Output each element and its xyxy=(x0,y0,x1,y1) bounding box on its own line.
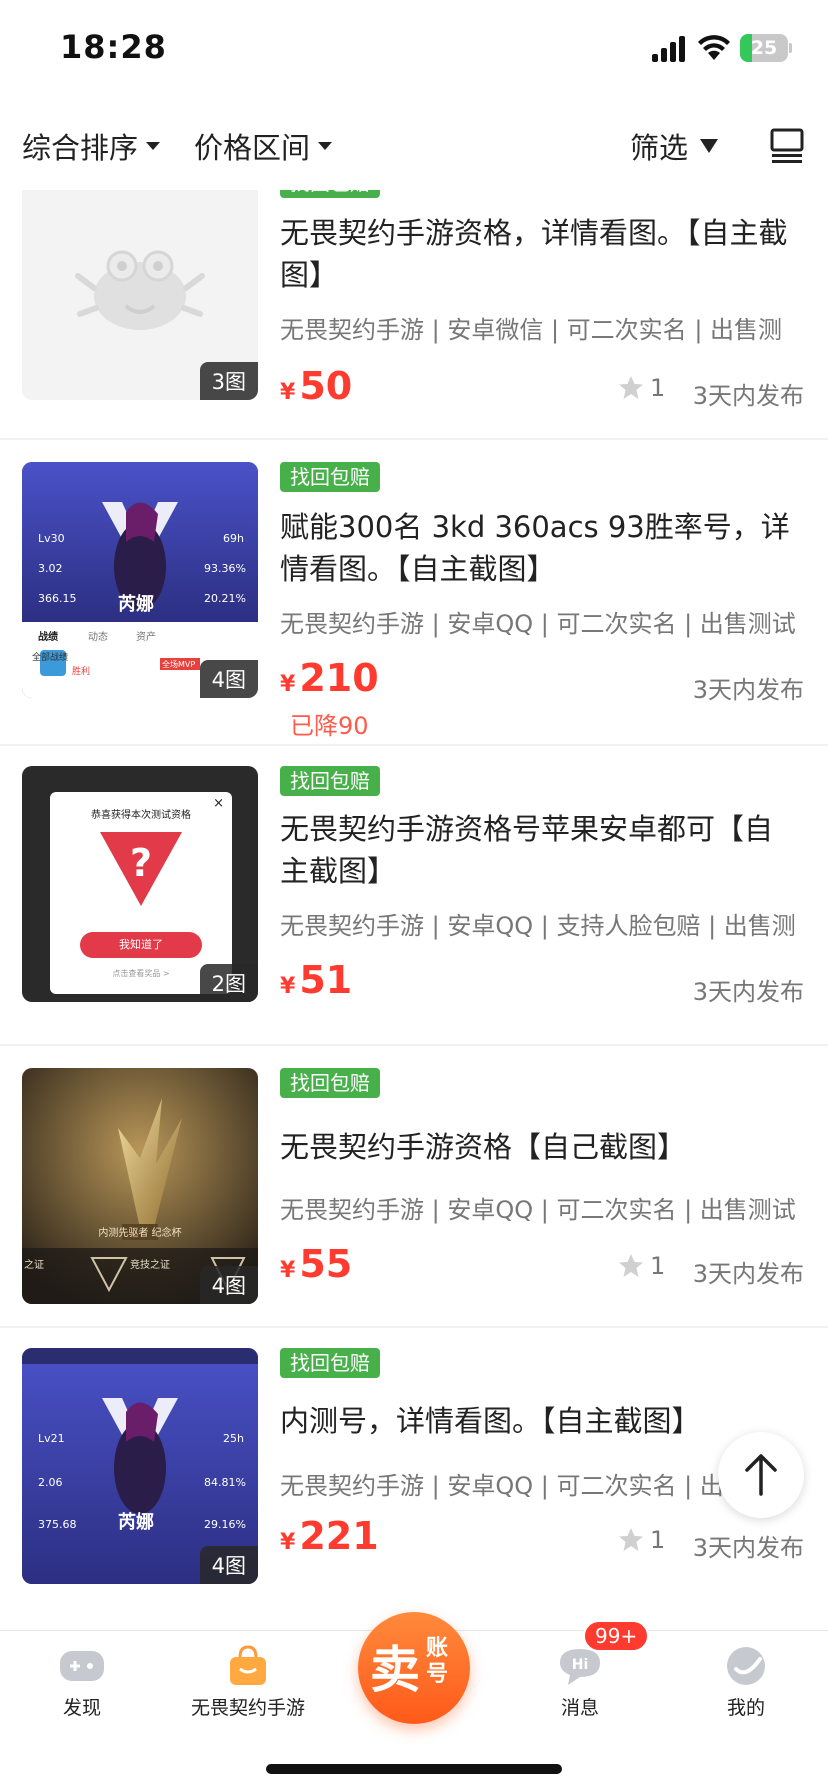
chevron-down-icon xyxy=(318,142,333,150)
filter-bar: 综合排序 价格区间 筛选 xyxy=(0,110,828,190)
listing-title: 无畏契约手游资格【自己截图】 xyxy=(280,1130,687,1164)
listing-thumbnail: 3图 xyxy=(22,190,258,400)
battery-level: 25 xyxy=(750,37,778,59)
tab-mine[interactable]: 我的 xyxy=(676,1645,816,1720)
svg-text:?: ? xyxy=(130,841,152,885)
posted-time: 3天内发布 xyxy=(692,978,804,1006)
tab-game[interactable]: 无畏契约手游 xyxy=(178,1645,318,1720)
listing-item[interactable]: 内测先驱者 纪念杯 之证 竞技之证 4图 找回包赔 无畏契约手游资格【自己截图】… xyxy=(0,1046,828,1328)
listing-item[interactable]: Lv30 3.02 366.15 69h 93.36% 20.21% 芮娜 战绩… xyxy=(0,440,828,746)
favorite-count: 1 xyxy=(618,374,665,402)
image-count: 4图 xyxy=(199,1266,258,1304)
image-count: 2图 xyxy=(199,964,258,1002)
posted-time: 3天内发布 xyxy=(692,1260,804,1288)
listing-thumbnail: 恭喜获得本次测试资格 ? 我知道了 点击查看奖品 > × 2图 xyxy=(22,766,258,1002)
listing-meta: 无畏契约手游 | 安卓QQ | 可二次实名 | 出售测试 xyxy=(280,1196,796,1224)
posted-time: 3天内发布 xyxy=(692,382,804,410)
listing-title: 赋能300名 3kd 360acs 93胜率号，详情看图。【自主截图】 xyxy=(280,510,790,586)
arrow-up-icon xyxy=(745,1454,777,1496)
listing-list: 3图 找回包赔 无畏契约手游资格，详情看图。【自主截图】 无畏契约手游 | 安卓… xyxy=(0,190,828,1630)
favorite-count: 1 xyxy=(618,1252,665,1280)
battery-icon: 25 xyxy=(740,34,792,62)
profile-icon xyxy=(722,1645,770,1687)
guarantee-badge: 找回包赔 xyxy=(280,766,380,796)
listing-price: ¥ 51 xyxy=(280,958,353,1002)
listing-item[interactable]: Lv21 2.06 375.68 25h 84.81% 29.16% 芮娜 4图… xyxy=(0,1328,828,1630)
favorite-icon xyxy=(619,376,643,399)
wifi-icon xyxy=(698,35,730,60)
listing-thumbnail: 内测先驱者 纪念杯 之证 竞技之证 4图 xyxy=(22,1068,258,1304)
cellular-signal-icon xyxy=(652,36,685,62)
price-reduced-label: 已降90 xyxy=(290,712,369,740)
image-count: 4图 xyxy=(199,1546,258,1584)
chevron-down-icon xyxy=(146,142,161,150)
sell-account-button[interactable]: 卖 账号 xyxy=(358,1612,470,1724)
close-icon: × xyxy=(213,796,224,811)
tab-messages[interactable]: Hi 消息 xyxy=(510,1645,650,1720)
listing-price: ¥ 55 xyxy=(280,1242,353,1286)
favorite-icon xyxy=(619,1254,643,1277)
price-range-label: 价格区间 xyxy=(194,131,311,165)
filter-label: 筛选 xyxy=(630,131,689,165)
posted-time: 3天内发布 xyxy=(692,676,804,704)
funnel-icon xyxy=(700,139,719,153)
tab-discover[interactable]: 发现 xyxy=(12,1645,152,1720)
listing-meta: 无畏契约手游 | 安卓微信 | 可二次实名 | 出售测 xyxy=(280,316,783,344)
listing-price: ¥ 50 xyxy=(280,364,353,408)
filter-button[interactable]: 筛选 xyxy=(630,122,719,170)
listing-item[interactable]: 3图 找回包赔 无畏契约手游资格，详情看图。【自主截图】 无畏契约手游 | 安卓… xyxy=(0,190,828,440)
listing-title: 无畏契约手游资格，详情看图。【自主截图】 xyxy=(280,216,788,292)
listing-meta: 无畏契约手游 | 安卓QQ | 可二次实名 | 出售测试 xyxy=(280,610,796,638)
image-count: 4图 xyxy=(199,660,258,698)
question-mark-icon: ? xyxy=(100,832,182,906)
list-layout-icon[interactable] xyxy=(770,128,804,164)
gamepad-icon xyxy=(58,1645,106,1687)
listing-thumbnail: Lv21 2.06 375.68 25h 84.81% 29.16% 芮娜 4图 xyxy=(22,1348,258,1584)
listing-price: ¥ 221 xyxy=(280,1514,379,1558)
guarantee-badge: 找回包赔 xyxy=(280,1348,380,1378)
price-range-dropdown[interactable]: 价格区间 xyxy=(194,122,333,170)
listing-meta: 无畏契约手游 | 安卓QQ | 支持人脸包赔 | 出售测 xyxy=(280,912,796,940)
guarantee-badge: 找回包赔 xyxy=(280,190,380,198)
sort-dropdown[interactable]: 综合排序 xyxy=(22,122,161,170)
shopping-bag-icon xyxy=(224,1645,272,1687)
home-indicator xyxy=(266,1764,562,1774)
status-bar: 18:28 25 xyxy=(0,0,828,96)
status-time: 18:28 xyxy=(60,28,167,66)
message-count-badge: 99+ xyxy=(583,1620,650,1652)
listing-title: 无畏契约手游资格号苹果安卓都可【自主截图】 xyxy=(280,812,774,888)
favorite-icon xyxy=(619,1528,643,1551)
sort-label: 综合排序 xyxy=(22,131,139,165)
listing-price: ¥ 210 xyxy=(280,656,379,700)
back-to-top-button[interactable] xyxy=(718,1432,804,1518)
posted-time: 3天内发布 xyxy=(692,1534,804,1562)
guarantee-badge: 找回包赔 xyxy=(280,462,380,492)
listing-item[interactable]: 恭喜获得本次测试资格 ? 我知道了 点击查看奖品 > × 2图 找回包赔 无畏契… xyxy=(0,746,828,1046)
guarantee-badge: 找回包赔 xyxy=(280,1068,380,1098)
image-count: 3图 xyxy=(199,362,258,400)
listing-thumbnail: Lv30 3.02 366.15 69h 93.36% 20.21% 芮娜 战绩… xyxy=(22,462,258,698)
favorite-count: 1 xyxy=(618,1526,665,1554)
svg-text:Hi: Hi xyxy=(572,1657,589,1673)
